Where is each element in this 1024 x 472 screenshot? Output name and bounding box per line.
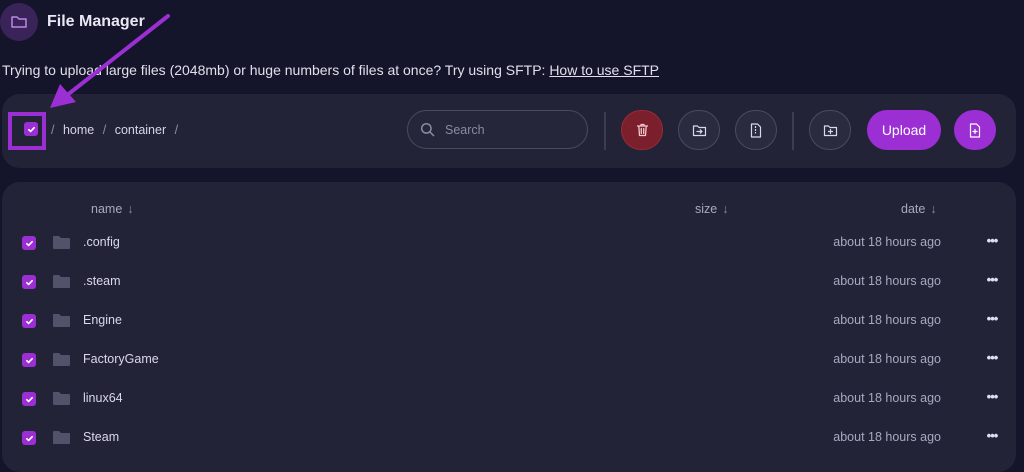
move-button[interactable] <box>678 110 720 150</box>
upload-button[interactable]: Upload <box>867 110 941 150</box>
breadcrumb: / home / container / <box>51 123 179 137</box>
folder-plus-icon <box>823 124 837 136</box>
table-row[interactable]: .config about 18 hours ago ••• <box>2 223 1016 262</box>
column-header-size[interactable]: size ↓ <box>695 202 728 216</box>
checkmark-icon <box>25 357 33 363</box>
search-box[interactable] <box>407 110 588 149</box>
row-checkbox[interactable] <box>22 431 36 445</box>
toolbar-divider <box>792 112 794 150</box>
folder-icon <box>53 430 70 449</box>
table-row[interactable]: Steam about 18 hours ago ••• <box>2 418 1016 457</box>
sftp-help-link[interactable]: How to use SFTP <box>549 62 659 78</box>
more-options-icon[interactable]: ••• <box>982 428 1002 446</box>
file-date: about 18 hours ago <box>833 235 941 249</box>
checkmark-icon <box>25 396 33 402</box>
toolbar-divider <box>604 112 606 150</box>
table-row[interactable]: FactoryGame about 18 hours ago ••• <box>2 340 1016 379</box>
more-options-icon[interactable]: ••• <box>982 233 1002 251</box>
file-date: about 18 hours ago <box>833 313 941 327</box>
row-checkbox[interactable] <box>22 236 36 250</box>
archive-button[interactable] <box>735 110 777 150</box>
sort-arrow-icon: ↓ <box>127 202 134 216</box>
page-title: File Manager <box>47 13 145 30</box>
file-date: about 18 hours ago <box>833 274 941 288</box>
file-date: about 18 hours ago <box>833 430 941 444</box>
sftp-notice-text: Trying to upload large files (2048mb) or… <box>2 62 550 78</box>
search-input[interactable] <box>443 121 567 138</box>
checkmark-icon <box>25 240 33 246</box>
file-name[interactable]: .steam <box>83 274 121 288</box>
checkmark-icon <box>25 318 33 324</box>
row-checkbox[interactable] <box>22 275 36 289</box>
column-header-date[interactable]: date ↓ <box>901 202 937 216</box>
folder-icon <box>53 274 70 293</box>
file-date: about 18 hours ago <box>833 352 941 366</box>
folder-icon <box>53 352 70 371</box>
row-checkbox[interactable] <box>22 353 36 367</box>
column-header-name[interactable]: name ↓ <box>91 202 134 216</box>
more-options-icon[interactable]: ••• <box>982 311 1002 329</box>
folder-icon <box>53 391 70 410</box>
toolbar: / home / container / Search Upload <box>2 94 1016 168</box>
row-checkbox[interactable] <box>22 314 36 328</box>
sftp-notice: Trying to upload large files (2048mb) or… <box>2 62 659 78</box>
file-archive-icon <box>750 122 762 138</box>
table-row[interactable]: Engine about 18 hours ago ••• <box>2 301 1016 340</box>
app-folder-icon <box>0 3 38 41</box>
file-plus-icon <box>969 122 981 138</box>
table-row[interactable]: linux64 about 18 hours ago ••• <box>2 379 1016 418</box>
file-table: name ↓ size ↓ date ↓ .config about 18 hours … <box>2 182 1016 472</box>
breadcrumb-home[interactable]: home <box>63 123 94 137</box>
file-date: about 18 hours ago <box>833 391 941 405</box>
new-file-button[interactable] <box>954 110 996 150</box>
sort-arrow-icon: ↓ <box>722 202 729 216</box>
breadcrumb-container[interactable]: container <box>115 123 166 137</box>
row-checkbox[interactable] <box>22 392 36 406</box>
delete-button[interactable] <box>621 110 663 150</box>
folder-icon <box>53 235 70 254</box>
folder-move-icon <box>692 124 706 136</box>
more-options-icon[interactable]: ••• <box>982 350 1002 368</box>
sort-arrow-icon: ↓ <box>930 202 937 216</box>
folder-icon <box>53 313 70 332</box>
trash-icon <box>636 123 648 137</box>
search-icon <box>420 122 435 137</box>
file-name[interactable]: Engine <box>83 313 122 327</box>
highlight-box <box>8 112 46 150</box>
file-name[interactable]: FactoryGame <box>83 352 159 366</box>
new-folder-button[interactable] <box>809 110 851 150</box>
file-name[interactable]: Steam <box>83 430 119 444</box>
checkmark-icon <box>25 279 33 285</box>
file-name[interactable]: .config <box>83 235 120 249</box>
checkmark-icon <box>25 435 33 441</box>
more-options-icon[interactable]: ••• <box>982 272 1002 290</box>
more-options-icon[interactable]: ••• <box>982 389 1002 407</box>
file-name[interactable]: linux64 <box>83 391 123 405</box>
table-row[interactable]: .steam about 18 hours ago ••• <box>2 262 1016 301</box>
